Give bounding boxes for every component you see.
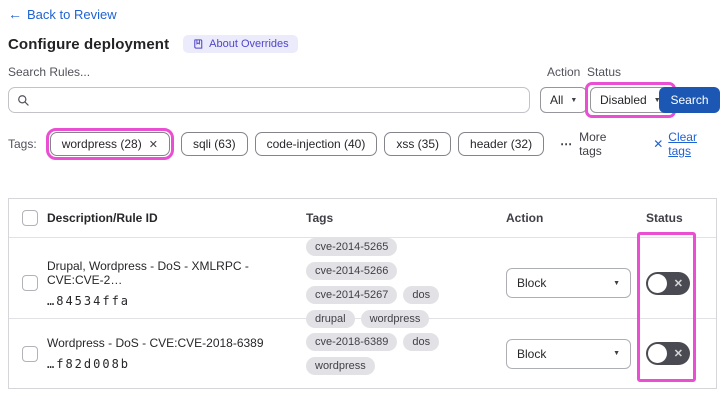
tags-label: Tags: bbox=[8, 137, 37, 151]
status-filter-label: Status bbox=[587, 65, 622, 79]
table-header-row: Description/Rule ID Tags Action Status bbox=[9, 199, 716, 237]
search-rules-input[interactable] bbox=[36, 93, 521, 107]
toggle-off-icon: ✕ bbox=[673, 277, 683, 290]
column-header-description: Description/Rule ID bbox=[47, 211, 158, 225]
rule-tag: drupal bbox=[306, 310, 355, 328]
toggle-knob bbox=[648, 273, 667, 293]
more-tags-label: More tags bbox=[579, 130, 607, 158]
tag-pill-sqli[interactable]: sqli (63) bbox=[180, 132, 248, 156]
action-select[interactable]: Block ▼ bbox=[506, 338, 631, 369]
action-filter-value: All bbox=[550, 93, 564, 107]
rule-tags: cve-2018-6389 dos wordpress bbox=[306, 332, 506, 375]
title-row: Configure deployment About Overrides bbox=[8, 35, 717, 53]
about-overrides-label: About Overrides bbox=[209, 38, 289, 50]
tag-pill-code-injection[interactable]: code-injection (40) bbox=[254, 132, 378, 156]
filters-bar: Search Rules... Action Status All ▼ Disa… bbox=[8, 65, 720, 118]
action-filter-dropdown[interactable]: All ▼ bbox=[540, 87, 588, 113]
rule-tag: wordpress bbox=[360, 310, 430, 328]
toggle-knob bbox=[648, 344, 667, 363]
tag-pill-label: code-injection (40) bbox=[266, 137, 366, 151]
about-overrides-badge[interactable]: About Overrides bbox=[183, 35, 298, 53]
rule-tags: cve-2014-5265 cve-2014-5266 cve-2014-526… bbox=[306, 238, 506, 328]
action-select-value: Block bbox=[517, 276, 547, 290]
back-to-review-link[interactable]: ← Back to Review bbox=[8, 6, 117, 22]
remove-tag-icon[interactable]: ✕ bbox=[149, 138, 158, 151]
rule-tag: dos bbox=[403, 332, 440, 351]
chevron-down-icon: ▼ bbox=[570, 96, 578, 104]
tag-pill-label: sqli (63) bbox=[192, 137, 236, 151]
page-title: Configure deployment bbox=[8, 35, 170, 53]
tag-pill-xss[interactable]: xss (35) bbox=[384, 132, 452, 156]
close-icon: ✕ bbox=[653, 137, 664, 151]
clear-tags-button[interactable]: ✕ Clear tags bbox=[653, 130, 717, 158]
row-checkbox[interactable] bbox=[22, 345, 38, 362]
status-toggle[interactable]: ✕ bbox=[646, 342, 690, 365]
status-toggle[interactable]: ✕ bbox=[646, 271, 690, 295]
tag-pill-label: wordpress (28) bbox=[61, 137, 142, 151]
tag-pill-label: xss (35) bbox=[396, 137, 440, 151]
rule-id: …f82d008b bbox=[47, 357, 131, 371]
tags-bar: Tags: wordpress (28) ✕ sqli (63) code-in… bbox=[8, 128, 717, 160]
toggle-off-icon: ✕ bbox=[673, 348, 683, 360]
rules-table: Description/Rule ID Tags Action Status D… bbox=[8, 198, 717, 389]
rule-tag: dos bbox=[403, 286, 440, 304]
tag-pill-label: header (32) bbox=[470, 137, 533, 151]
docs-icon bbox=[194, 39, 203, 49]
rule-description: Drupal, Wordpress - DoS - XMLRPC - CVE:C… bbox=[47, 258, 249, 287]
search-icon bbox=[18, 94, 29, 106]
configure-deployment-page: ← Back to Review Configure deployment Ab… bbox=[0, 0, 725, 406]
annotation-highlight-selected-tag: wordpress (28) ✕ bbox=[45, 128, 174, 160]
search-rules-box bbox=[8, 87, 530, 113]
column-header-action: Action bbox=[506, 211, 544, 225]
rule-tag: cve-2018-6389 bbox=[306, 332, 398, 351]
tag-pill-wordpress[interactable]: wordpress (28) ✕ bbox=[49, 132, 170, 156]
back-link-label: Back to Review bbox=[27, 6, 117, 22]
more-tags-button[interactable]: ⋯ More tags bbox=[560, 130, 626, 158]
table-row: Drupal, Wordpress - DoS - XMLRPC - CVE:C… bbox=[9, 237, 716, 328]
action-filter-label: Action bbox=[547, 65, 581, 79]
rule-tag: wordpress bbox=[306, 356, 375, 375]
rule-id: …84534ffa bbox=[47, 293, 131, 308]
column-header-status: Status bbox=[646, 211, 683, 225]
rule-tag: cve-2014-5265 bbox=[306, 238, 398, 256]
rule-description: Wordpress - DoS - CVE:CVE-2018-6389 bbox=[47, 336, 264, 350]
search-rules-label: Search Rules... bbox=[8, 65, 91, 79]
rule-tag: cve-2014-5267 bbox=[306, 286, 398, 304]
column-header-tags: Tags bbox=[306, 211, 334, 225]
back-arrow-icon: ← bbox=[8, 6, 22, 22]
clear-tags-label: Clear tags bbox=[668, 130, 697, 158]
action-select[interactable]: Block ▼ bbox=[506, 268, 631, 298]
search-button[interactable]: Search bbox=[659, 87, 720, 113]
tag-pill-header[interactable]: header (32) bbox=[458, 132, 545, 156]
status-filter-value: Disabled bbox=[600, 93, 647, 107]
rule-tag: cve-2014-5266 bbox=[306, 262, 398, 280]
row-checkbox[interactable] bbox=[22, 275, 38, 291]
chevron-down-icon: ▼ bbox=[613, 279, 620, 287]
select-all-checkbox[interactable] bbox=[22, 210, 38, 226]
action-select-value: Block bbox=[517, 346, 547, 361]
table-row: Wordpress - DoS - CVE:CVE-2018-6389 …f82… bbox=[9, 318, 716, 388]
chevron-down-icon: ▼ bbox=[613, 350, 620, 357]
ellipsis-icon: ⋯ bbox=[560, 137, 574, 151]
